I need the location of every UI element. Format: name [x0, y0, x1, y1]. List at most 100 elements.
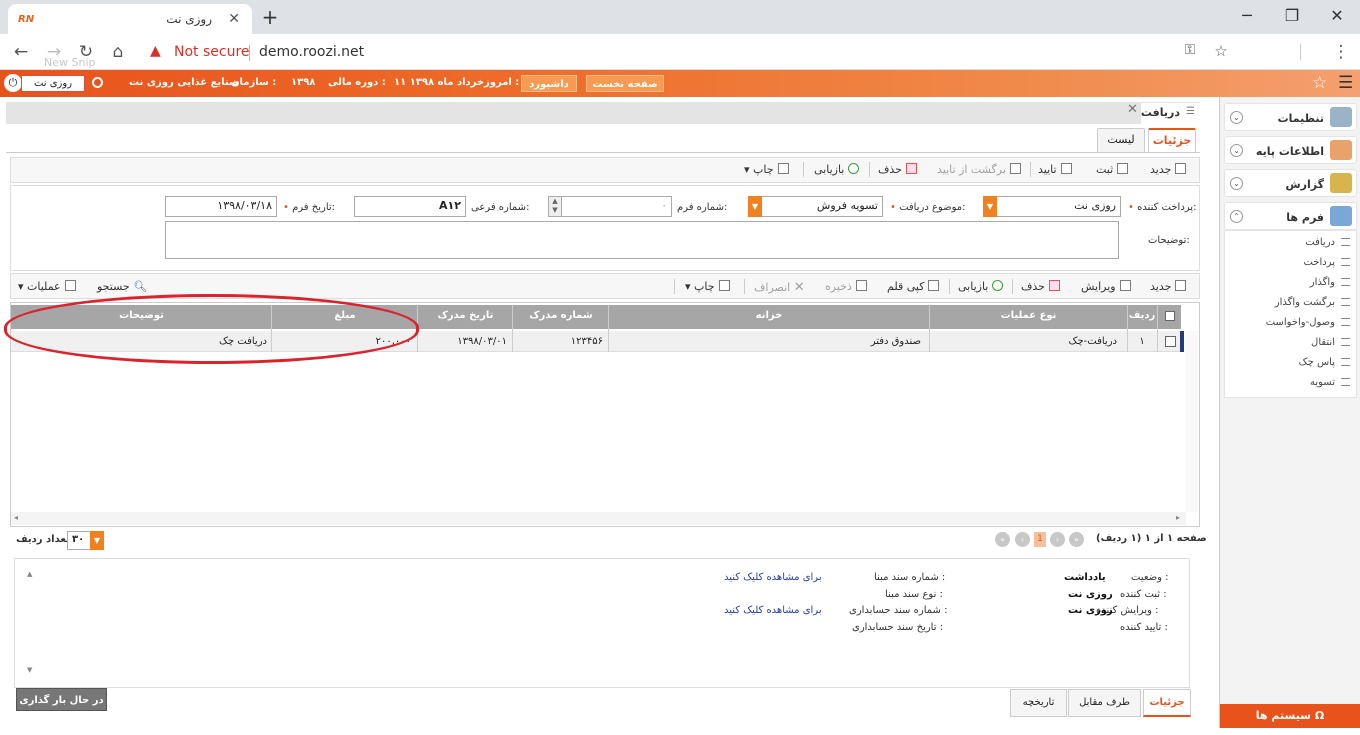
tab-counterparty[interactable]: طرف مقابل: [1068, 689, 1141, 717]
sidebar-item-pass-check[interactable]: پاس چک: [1299, 357, 1350, 368]
user-box[interactable]: روزی نت: [21, 75, 85, 92]
tab-close-icon[interactable]: ✕: [228, 11, 240, 27]
sidebar-item-return-assign[interactable]: برگشت واگذار: [1275, 297, 1350, 308]
chevron-down-icon[interactable]: ⌄: [1230, 144, 1243, 157]
dashboard-button[interactable]: داشبورد: [521, 75, 577, 92]
sidebar-basic-info[interactable]: اطلاعات پایه ⌄: [1224, 136, 1357, 164]
col-docdate[interactable]: تاریخ مدرک: [418, 310, 513, 321]
chevron-down-icon[interactable]: ⌄: [1230, 111, 1243, 124]
edit-icon: [1119, 280, 1131, 291]
sidebar-settings[interactable]: تنظیمات ⌄: [1224, 103, 1357, 131]
tab-list[interactable]: لیست: [1097, 128, 1145, 152]
operations-button[interactable]: ▾ عملیات: [18, 280, 76, 293]
sidebar-item-assign[interactable]: واگذار: [1310, 277, 1350, 288]
back-icon[interactable]: ←: [10, 42, 32, 62]
row-new-button[interactable]: جدید: [1150, 280, 1187, 293]
col-optype[interactable]: نوع عملیات: [930, 310, 1127, 321]
scroll-right-icon[interactable]: ▸: [1176, 513, 1180, 522]
next-page-icon[interactable]: ‹: [1015, 532, 1030, 547]
detail-panel: [14, 558, 1190, 688]
col-treasury[interactable]: خزانه: [609, 310, 929, 321]
tab-history[interactable]: تاریخچه: [1010, 689, 1067, 717]
prev-page-icon[interactable]: ›: [1050, 532, 1065, 547]
sidebar-item-transfer[interactable]: انتقال: [1311, 337, 1350, 348]
form-number-field[interactable]: ۰: [561, 196, 672, 217]
unconfirm-button[interactable]: برگشت از تایید: [937, 163, 1021, 176]
home-page-button[interactable]: صفحه نخست: [586, 75, 664, 92]
scroll-up-icon[interactable]: ▲: [27, 570, 32, 578]
scroll-left-icon[interactable]: ◂: [14, 513, 18, 522]
new-button[interactable]: جدید: [1150, 163, 1187, 176]
row-edit-button[interactable]: ویرایش: [1081, 280, 1131, 293]
minimize-button[interactable]: ─: [1232, 6, 1262, 25]
favicon-icon: RN: [18, 13, 35, 25]
grid-print-button[interactable]: ▾ چاپ: [685, 280, 730, 293]
vertical-scrollbar[interactable]: [1186, 331, 1198, 512]
security-label[interactable]: Not secure: [174, 44, 250, 60]
chevron-down-icon[interactable]: ⌄: [1230, 177, 1243, 190]
horizontal-scrollbar[interactable]: [11, 512, 1186, 525]
new-tab-button[interactable]: +: [258, 7, 282, 29]
acc-doc-link[interactable]: برای مشاهده کلیک کنید: [724, 605, 822, 616]
rows-per-page-select[interactable]: ۳۰ ▼: [67, 531, 104, 550]
tab-bottom-details[interactable]: جزئیات: [1143, 689, 1191, 717]
last-page-icon[interactable]: «: [995, 532, 1010, 547]
maximize-button[interactable]: ❐: [1277, 6, 1307, 25]
home-icon[interactable]: ⌂: [107, 42, 129, 62]
chevron-up-icon[interactable]: ⌃: [1230, 210, 1243, 223]
reload-button[interactable]: بازیابی: [814, 163, 860, 176]
sidebar-forms[interactable]: فرم ها ⌃: [1224, 202, 1357, 230]
sidebar-report[interactable]: گزارش ⌄: [1224, 169, 1357, 197]
acc-doc-no-label: شماره سند حسابداری :: [849, 605, 948, 616]
subject-dropdown-icon[interactable]: ▼: [748, 196, 762, 217]
sidebar-item-pay[interactable]: پرداخت: [1303, 257, 1350, 268]
save-button[interactable]: ثبت: [1096, 163, 1129, 176]
payer-field[interactable]: روزی نت: [996, 196, 1121, 217]
close-tab-icon[interactable]: ✕: [1127, 102, 1138, 117]
sub-number-field[interactable]: A۱۲: [354, 196, 466, 217]
systems-button[interactable]: سیستم ها Ω: [1220, 704, 1360, 728]
sidebar-item-settle[interactable]: تسویه: [1310, 377, 1350, 388]
print-button[interactable]: ▾ چاپ: [744, 163, 789, 176]
copy-item-button[interactable]: کپی قلم: [887, 280, 940, 293]
current-page[interactable]: 1: [1034, 532, 1046, 547]
sidebar-item-receive[interactable]: دریافت: [1305, 237, 1350, 248]
url-input[interactable]: demo.roozi.net: [259, 44, 364, 60]
year-value: ۱۳۹۸: [291, 77, 316, 88]
confirm-button[interactable]: تایید: [1038, 163, 1072, 176]
row-reload-button[interactable]: بازیابی: [958, 280, 1004, 293]
favorite-star-icon[interactable]: ☆: [1312, 73, 1327, 93]
number-spinner[interactable]: ▲ ▼: [548, 196, 562, 217]
close-window-button[interactable]: ✕: [1322, 6, 1352, 25]
form-date-field[interactable]: ۱۳۹۸/۰۳/۱۸: [165, 196, 277, 217]
sidebar-item-collect[interactable]: وصول-واخواست: [1266, 317, 1350, 328]
col-docno[interactable]: شماره مدرک: [513, 310, 609, 321]
description-field[interactable]: [165, 221, 1119, 259]
delete-button[interactable]: حذف: [878, 163, 917, 176]
base-doc-no-label: شماره سند مبنا :: [874, 572, 946, 583]
row-checkbox[interactable]: [1165, 336, 1176, 347]
operations-icon: [64, 280, 76, 291]
hamburger-icon[interactable]: ☰: [1338, 73, 1353, 93]
search-button[interactable]: جستجو 🔍︎: [97, 280, 147, 293]
forms-submenu: [1224, 230, 1357, 398]
star-icon[interactable]: ☆: [1210, 42, 1232, 60]
key-icon[interactable]: ⚿: [1179, 42, 1201, 58]
scroll-down-icon[interactable]: ▼: [27, 666, 32, 674]
first-page-icon[interactable]: »: [1069, 532, 1084, 547]
cancel-button[interactable]: انصراف ✕: [754, 280, 805, 295]
highlight-annotation: [4, 294, 419, 364]
store-button[interactable]: ذخیره: [825, 280, 867, 293]
row-delete-button[interactable]: حذف: [1021, 280, 1060, 293]
warning-icon[interactable]: ▲: [150, 43, 161, 59]
base-doc-link[interactable]: برای مشاهده کلیک کنید: [724, 572, 822, 583]
menu-dots-icon[interactable]: ⋮: [1330, 42, 1352, 62]
power-icon[interactable]: ⏻: [4, 74, 22, 92]
payer-dropdown-icon[interactable]: ▼: [983, 196, 997, 217]
select-all-checkbox[interactable]: [1165, 311, 1175, 321]
subject-field[interactable]: تسویه فروش: [761, 196, 883, 217]
tab-details[interactable]: جزئیات: [1148, 128, 1196, 152]
col-row[interactable]: ردیف: [1127, 310, 1157, 321]
browser-tab[interactable]: RN روزی نت ✕: [8, 4, 252, 34]
sidebar: تنظیمات ⌄ اطلاعات پایه ⌄ گزارش ⌄ فرم ها …: [1219, 97, 1360, 728]
